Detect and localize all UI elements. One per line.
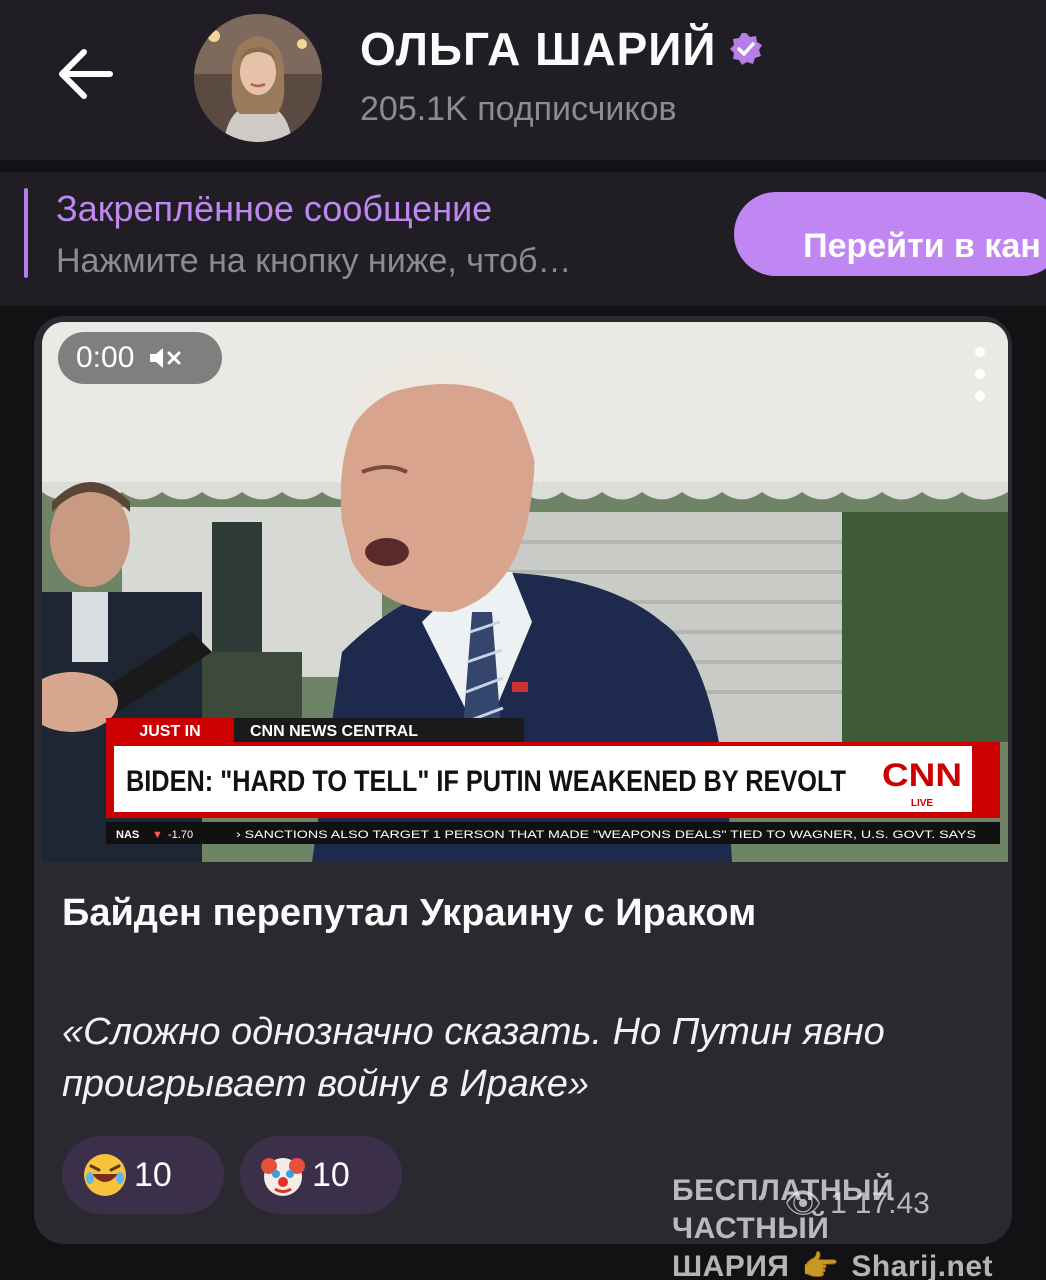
watermark-brand: ШАРИЯ [672,1250,790,1280]
channel-avatar[interactable] [194,14,322,142]
show-label: CNN NEWS CENTRAL [250,723,418,740]
ticker-index: NAS [116,829,139,841]
channel-title-text: ОЛЬГА ШАРИЙ [360,23,717,75]
pinned-indicator [24,188,28,278]
go-to-channel-button[interactable]: Перейти в кан [734,192,1046,276]
watermark-site: Sharij.net [851,1250,994,1280]
chyron-text: BIDEN: "HARD TO TELL" IF PUTIN WEAKENED … [126,765,846,798]
channel-header: ОЛЬГА ШАРИЙ 205.1K подписчиков [0,0,1046,160]
watermark-hand-icon: 👉 [801,1250,840,1280]
reaction-clown-button[interactable]: 10 [240,1136,402,1214]
ticker-down-icon: ▼ [152,829,163,841]
reaction-rofl-count: 10 [134,1155,172,1194]
just-in-label: JUST IN [139,723,200,740]
rofl-emoji-icon [84,1154,126,1196]
muted-speaker-icon[interactable] [148,345,182,371]
watermark-line1: БЕСПЛАТНЫЙ ЧАСТНЫЙ [672,1174,894,1245]
pinned-preview-text: Нажмите на кнопку ниже, чтоб… [56,242,572,280]
reactions-row: 10 10 [62,1136,402,1214]
post-quote: «Сложно однозначно сказать. Но Путин явн… [62,1011,885,1105]
ticker-value: -1.70 [168,829,193,841]
verified-badge-icon [730,33,763,65]
pinned-message-bar[interactable]: Закреплённое сообщение Нажмите на кнопку… [0,172,1046,306]
post-headline: Байден перепутал Украину с Ираком [62,892,757,934]
news-lower-third: JUST IN CNN NEWS CENTRAL BIDEN: "HARD TO… [106,718,1000,844]
video-time: 0:00 [76,341,135,374]
back-arrow-icon[interactable] [54,40,116,108]
video-player[interactable]: 0:00 JUST IN CNN NEWS CENTRAL BIDEN: "HA… [42,322,1008,862]
subscriber-count: 205.1K подписчиков [360,90,677,128]
pinned-title: Закреплённое сообщение [56,188,493,229]
ticker-text: › SANCTIONS ALSO TARGET 1 PERSON THAT MA… [236,829,976,841]
channel-title[interactable]: ОЛЬГА ШАРИЙ [360,22,764,76]
clown-emoji-icon [261,1158,305,1196]
watermark: БЕСПЛАТНЫЙ ЧАСТНЫЙ ШАРИЯ 👉 Sharij.net [672,1172,1022,1280]
reaction-rofl-button[interactable]: 10 [62,1136,224,1214]
cnn-logo: CNN [882,757,962,793]
live-label: LIVE [911,798,934,809]
post-card: 0:00 JUST IN CNN NEWS CENTRAL BIDEN: "HA… [34,316,1012,1244]
reaction-clown-count: 10 [312,1155,350,1194]
video-time-pill[interactable]: 0:00 [58,332,222,384]
more-options-icon[interactable] [974,344,986,404]
